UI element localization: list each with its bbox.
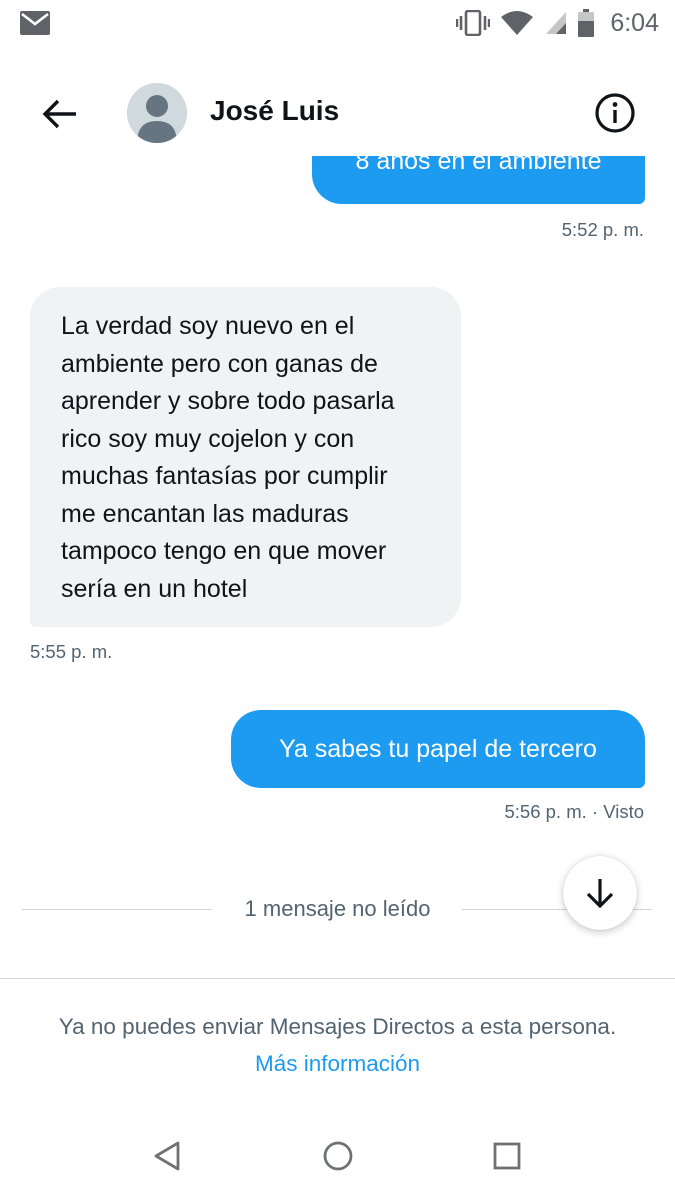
message-bubble-outgoing[interactable]: Ya sabes tu papel de tercero xyxy=(231,710,645,788)
message-bubble-incoming[interactable]: La verdad soy nuevo en el ambiente pero … xyxy=(30,287,461,627)
status-bar: 6:04 xyxy=(0,0,675,46)
footer-divider xyxy=(0,978,675,979)
message-timestamp: 5:55 p. m. xyxy=(30,641,113,662)
message-list[interactable]: 8 años en el ambiente 5:52 p. m. La verd… xyxy=(0,156,675,976)
default-avatar-icon xyxy=(127,83,187,143)
mail-icon xyxy=(20,11,50,35)
message-line: rico soy muy cojelon y con xyxy=(61,424,355,453)
message-line: ambiente pero con ganas de xyxy=(61,349,378,378)
message-line: tampoco tengo en que mover xyxy=(61,537,387,565)
system-navigation-bar xyxy=(0,1120,675,1200)
avatar[interactable] xyxy=(127,83,187,143)
scroll-to-bottom-button[interactable] xyxy=(563,856,637,930)
notice-text: Ya no puedes enviar Mensajes Directos a … xyxy=(58,1014,617,1039)
message-line: La verdad soy nuevo en el xyxy=(61,312,355,340)
back-button[interactable] xyxy=(38,92,82,136)
battery-icon xyxy=(578,9,595,37)
arrow-down-icon xyxy=(586,879,614,909)
message-line: aprender y sobre todo pasarla xyxy=(61,387,395,415)
wifi-icon xyxy=(501,11,534,35)
conversation-header: José Luis xyxy=(0,70,675,156)
nav-back-icon[interactable] xyxy=(152,1140,184,1172)
message-bubble-outgoing[interactable]: 8 años en el ambiente xyxy=(312,156,645,204)
clock: 6:04 xyxy=(610,8,659,37)
dm-disabled-notice: Ya no puedes enviar Mensajes Directos a … xyxy=(40,1008,635,1082)
message-text: Ya sabes tu papel de tercero xyxy=(279,734,597,763)
signal-icon xyxy=(546,12,567,34)
vibrate-icon xyxy=(456,10,491,36)
nav-recents-icon[interactable] xyxy=(493,1142,521,1170)
message-line: me encantan las maduras xyxy=(61,499,349,528)
back-arrow-icon xyxy=(42,99,76,129)
message-timestamp: 5:52 p. m. xyxy=(561,219,644,240)
contact-name[interactable]: José Luis xyxy=(210,95,339,127)
message-text: 8 años en el ambiente xyxy=(355,156,602,175)
message-timestamp-seen: 5:56 p. m. · Visto xyxy=(504,801,645,822)
learn-more-link[interactable]: Más información xyxy=(255,1051,420,1076)
message-line: sería en un hotel xyxy=(61,574,248,603)
message-line: muchas fantasías por cumplir xyxy=(61,462,388,490)
nav-home-icon[interactable] xyxy=(322,1140,354,1172)
info-icon[interactable] xyxy=(594,92,636,134)
